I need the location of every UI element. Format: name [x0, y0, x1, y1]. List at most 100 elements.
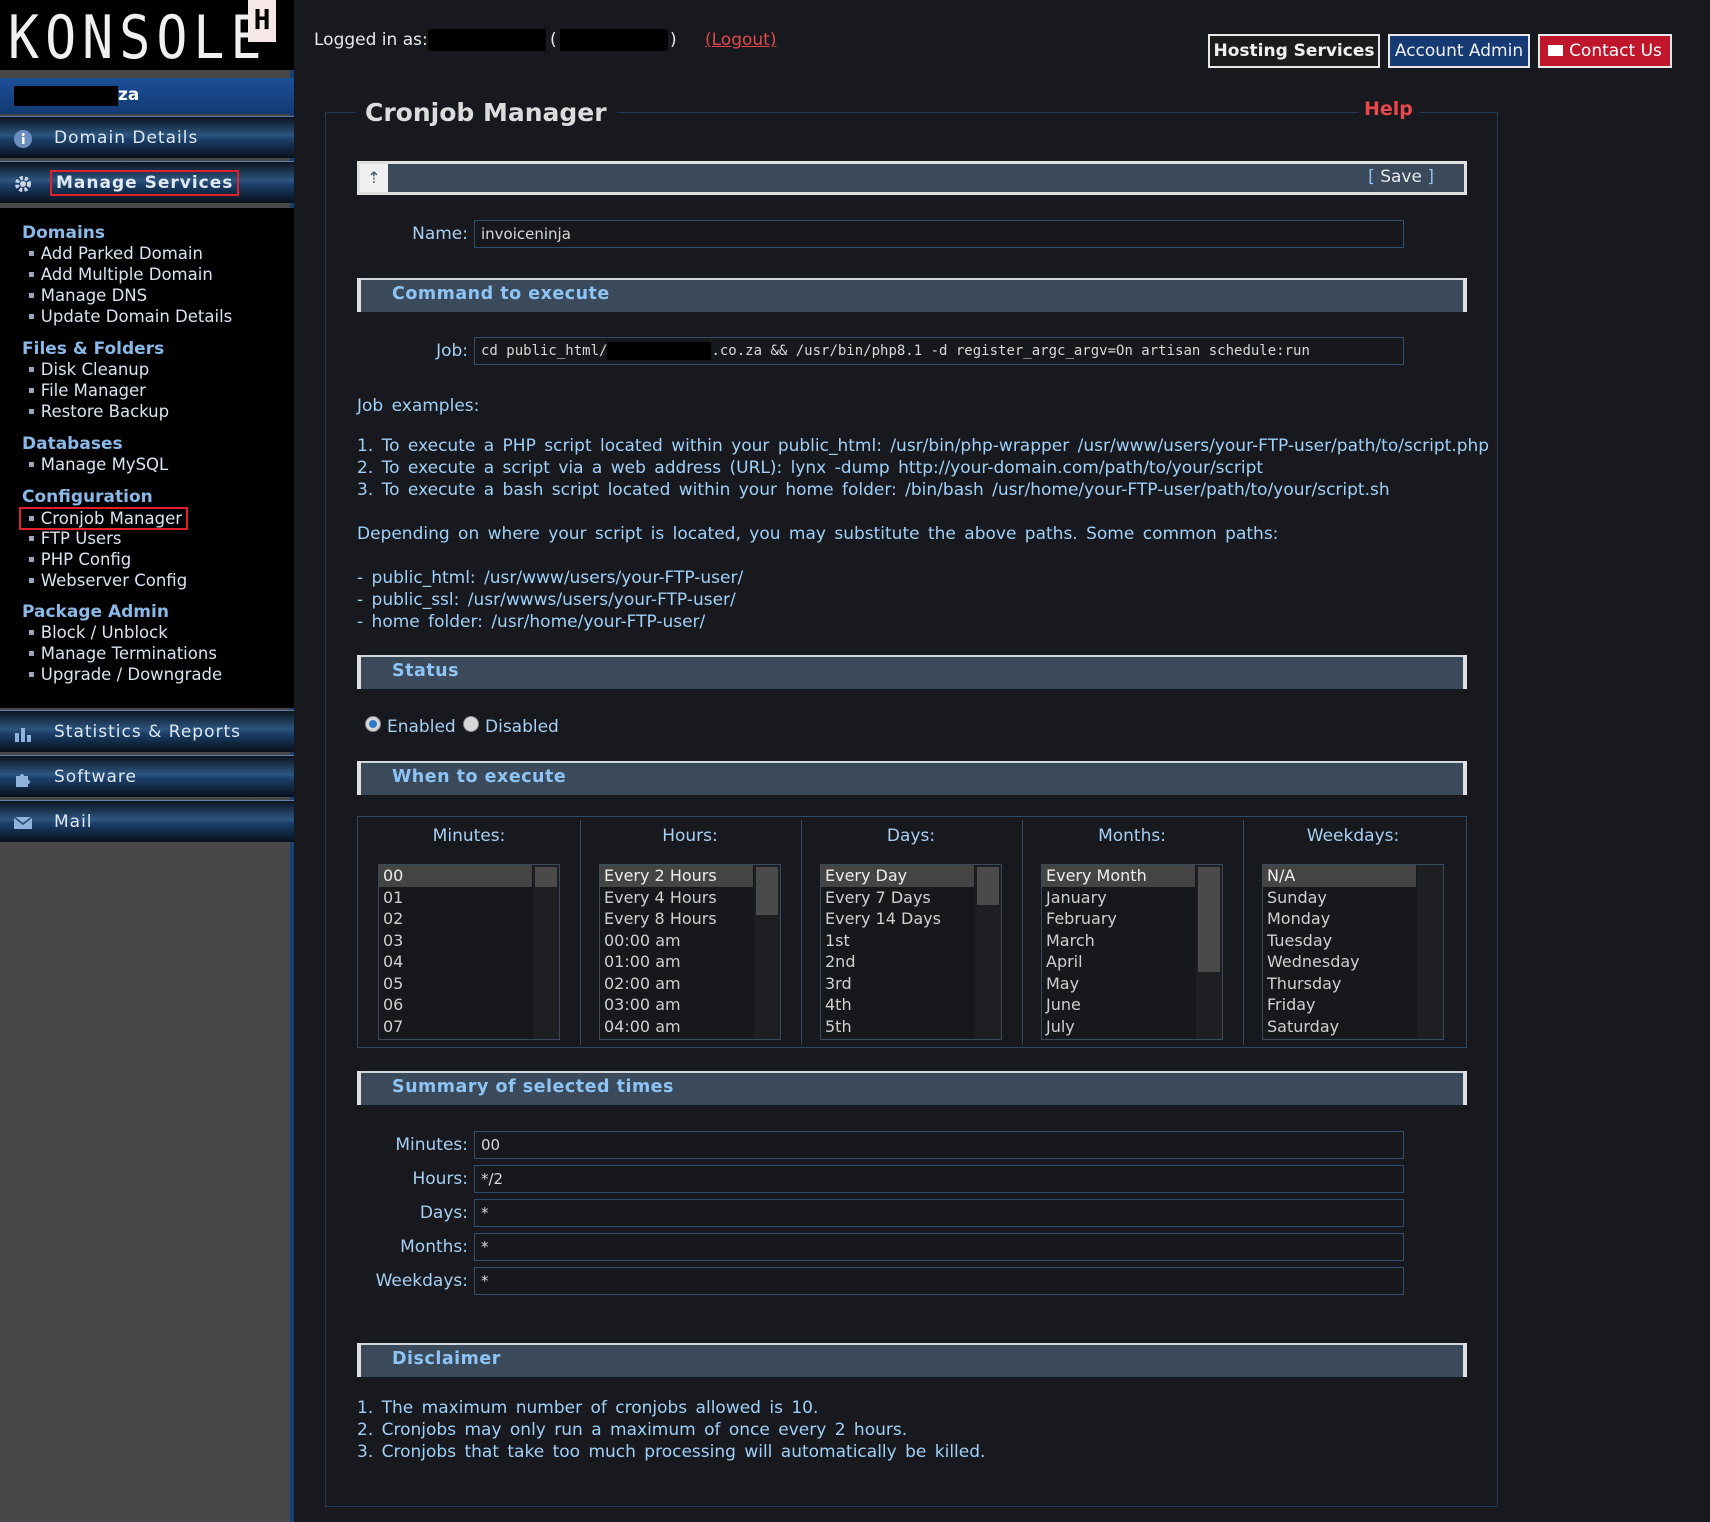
select-option[interactable]: Every 7 Days — [821, 887, 974, 909]
select-option[interactable]: Every 4 Hours — [600, 887, 753, 909]
status-disabled-radio[interactable] — [463, 716, 479, 732]
account-admin-button[interactable]: Account Admin — [1388, 34, 1530, 68]
scrollbar-thumb[interactable] — [756, 867, 778, 915]
nav-item-block-unblock[interactable]: ▪ Block / Unblock — [28, 623, 168, 642]
select-option[interactable]: Every 8 Hours — [600, 908, 753, 930]
section-title: Command to execute — [392, 284, 610, 304]
minutes-select[interactable]: 00 01 02 03 04 05 06 07 — [378, 864, 560, 1040]
status-disabled-label[interactable]: Disabled — [485, 717, 559, 737]
job-field[interactable]: cd public_html/ .co.za && /usr/bin/php8.1… — [474, 337, 1404, 365]
nav-item-ftp-users[interactable]: ▪ FTP Users — [28, 529, 121, 548]
select-option[interactable]: July — [1042, 1016, 1195, 1038]
select-option[interactable]: 03 — [379, 930, 532, 952]
nav-item-update-domain-details[interactable]: ▪ Update Domain Details — [28, 307, 232, 326]
save-toolbar: ⇡ [ Save ] — [357, 161, 1467, 195]
help-link[interactable]: Help — [1358, 98, 1419, 120]
status-enabled-label[interactable]: Enabled — [387, 717, 456, 737]
scrollbar[interactable] — [533, 865, 559, 1039]
sidebar-item-statistics-reports[interactable]: Statistics & Reports — [0, 710, 294, 752]
select-option[interactable]: Every Month — [1042, 865, 1195, 887]
logout-link[interactable]: (Logout) — [705, 30, 776, 50]
select-option[interactable]: 04 — [379, 951, 532, 973]
select-option[interactable]: February — [1042, 908, 1195, 930]
save-button[interactable]: [ Save ] — [1368, 167, 1434, 187]
sidebar-item-software[interactable]: Software — [0, 755, 294, 797]
scrollbar-thumb[interactable] — [977, 867, 999, 905]
summary-weekdays-field[interactable]: * — [474, 1267, 1404, 1295]
months-select[interactable]: Every Month January February March April… — [1041, 864, 1223, 1040]
summary-days-field[interactable]: * — [474, 1199, 1404, 1227]
select-option[interactable]: 5th — [821, 1016, 974, 1038]
logged-in-label: Logged in as: — [314, 30, 428, 50]
scrollbar[interactable] — [975, 865, 1001, 1039]
sidebar-item-mail[interactable]: Mail — [0, 800, 294, 842]
select-option[interactable]: 07 — [379, 1016, 532, 1038]
back-up-icon[interactable]: ⇡ — [360, 164, 388, 192]
select-option[interactable]: Friday — [1263, 994, 1416, 1016]
select-option[interactable]: June — [1042, 994, 1195, 1016]
select-option[interactable]: 2nd — [821, 951, 974, 973]
select-option[interactable]: N/A — [1263, 865, 1416, 887]
summary-hours-field[interactable]: */2 — [474, 1165, 1404, 1193]
logo[interactable]: KONSOLE H — [0, 0, 294, 72]
select-option[interactable]: Sunday — [1263, 887, 1416, 909]
scrollbar[interactable] — [754, 865, 780, 1039]
nav-item-disk-cleanup[interactable]: ▪ Disk Cleanup — [28, 360, 149, 379]
bar-chart-icon — [15, 728, 31, 742]
nav-item-webserver-config[interactable]: ▪ Webserver Config — [28, 571, 187, 590]
scrollbar-thumb[interactable] — [535, 867, 557, 887]
hours-select[interactable]: Every 2 Hours Every 4 Hours Every 8 Hour… — [599, 864, 781, 1040]
days-select[interactable]: Every Day Every 7 Days Every 14 Days 1st… — [820, 864, 1002, 1040]
select-option[interactable]: 05 — [379, 973, 532, 995]
select-option[interactable]: Every 14 Days — [821, 908, 974, 930]
summary-months-field[interactable]: * — [474, 1233, 1404, 1261]
select-option[interactable]: 4th — [821, 994, 974, 1016]
select-option[interactable]: Tuesday — [1263, 930, 1416, 952]
select-option[interactable]: 02:00 am — [600, 973, 753, 995]
select-option[interactable]: May — [1042, 973, 1195, 995]
select-option[interactable]: Monday — [1263, 908, 1416, 930]
contact-us-button[interactable]: Contact Us — [1538, 34, 1672, 68]
nav-item-cronjob-manager[interactable]: ▪ Cronjob Manager — [19, 507, 188, 530]
select-option[interactable]: 03:00 am — [600, 994, 753, 1016]
select-option[interactable]: Saturday — [1263, 1016, 1416, 1038]
nav-item-file-manager[interactable]: ▪ File Manager — [28, 381, 146, 400]
sidebar-item-domain-details[interactable]: Domain Details — [0, 116, 294, 158]
select-option[interactable]: 06 — [379, 994, 532, 1016]
summary-months-label: Months: — [400, 1237, 468, 1257]
nav-item-manage-dns[interactable]: ▪ Manage DNS — [28, 286, 147, 305]
nav-item-upgrade-downgrade[interactable]: ▪ Upgrade / Downgrade — [28, 665, 222, 684]
minutes-column-label: Minutes: — [432, 826, 506, 846]
select-option[interactable]: Thursday — [1263, 973, 1416, 995]
nav-item-php-config[interactable]: ▪ PHP Config — [28, 550, 131, 569]
select-option[interactable]: 02 — [379, 908, 532, 930]
select-option[interactable]: 00:00 am — [600, 930, 753, 952]
scrollbar[interactable] — [1196, 865, 1222, 1039]
name-field[interactable]: invoiceninja — [474, 220, 1404, 248]
select-option[interactable]: 01:00 am — [600, 951, 753, 973]
nav-item-restore-backup[interactable]: ▪ Restore Backup — [28, 402, 169, 421]
sidebar-item-manage-services[interactable]: Manage Services — [0, 161, 294, 203]
status-enabled-radio[interactable] — [365, 716, 381, 732]
select-option[interactable]: Wednesday — [1263, 951, 1416, 973]
scrollbar[interactable] — [1417, 865, 1443, 1039]
select-option[interactable]: 00 — [379, 865, 532, 887]
scrollbar-thumb[interactable] — [1198, 867, 1220, 972]
nav-item-manage-terminations[interactable]: ▪ Manage Terminations — [28, 644, 217, 663]
select-option[interactable]: Every 2 Hours — [600, 865, 753, 887]
select-option[interactable]: April — [1042, 951, 1195, 973]
select-option[interactable]: 1st — [821, 930, 974, 952]
nav-item-add-parked-domain[interactable]: ▪ Add Parked Domain — [28, 244, 203, 263]
select-option[interactable]: March — [1042, 930, 1195, 952]
nav-item-manage-mysql[interactable]: ▪ Manage MySQL — [28, 455, 168, 474]
summary-minutes-field[interactable]: 00 — [474, 1131, 1404, 1159]
select-option[interactable]: 04:00 am — [600, 1016, 753, 1038]
select-option[interactable]: Every Day — [821, 865, 974, 887]
select-option[interactable]: January — [1042, 887, 1195, 909]
select-option[interactable]: 3rd — [821, 973, 974, 995]
nav-item-add-multiple-domain[interactable]: ▪ Add Multiple Domain — [28, 265, 213, 284]
hosting-services-button[interactable]: Hosting Services — [1208, 34, 1380, 68]
status-section-header: Status — [357, 655, 1467, 689]
weekdays-select[interactable]: N/A Sunday Monday Tuesday Wednesday Thur… — [1262, 864, 1444, 1040]
select-option[interactable]: 01 — [379, 887, 532, 909]
